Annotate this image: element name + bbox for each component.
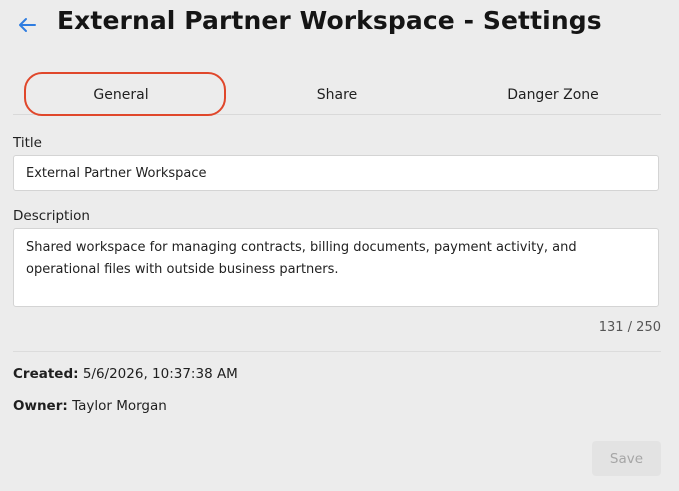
- title-input[interactable]: External Partner Workspace: [13, 155, 659, 191]
- back-button[interactable]: [14, 12, 40, 38]
- character-counter: 131 / 250: [598, 320, 661, 335]
- arrow-left-icon: [19, 18, 36, 32]
- owner-value: Taylor Morgan: [72, 398, 167, 414]
- divider: [13, 351, 661, 352]
- owner-info: Owner: Taylor Morgan: [13, 398, 167, 414]
- title-label: Title: [13, 135, 42, 151]
- created-value: 5/6/2026, 10:37:38 AM: [82, 366, 238, 382]
- created-info: Created: 5/6/2026, 10:37:38 AM: [13, 366, 238, 382]
- owner-label: Owner:: [13, 398, 68, 414]
- description-textarea[interactable]: Shared workspace for managing contracts,…: [13, 228, 659, 307]
- tab-danger-zone[interactable]: Danger Zone: [445, 76, 661, 114]
- page-header: External Partner Workspace - Settings: [0, 0, 679, 50]
- tab-general[interactable]: General: [13, 72, 229, 116]
- tab-share[interactable]: Share: [229, 76, 445, 114]
- page-title: External Partner Workspace - Settings: [57, 6, 602, 35]
- settings-tabs: General Share Danger Zone: [13, 72, 661, 116]
- save-button[interactable]: Save: [592, 441, 661, 476]
- created-label: Created:: [13, 366, 79, 382]
- description-label: Description: [13, 208, 90, 224]
